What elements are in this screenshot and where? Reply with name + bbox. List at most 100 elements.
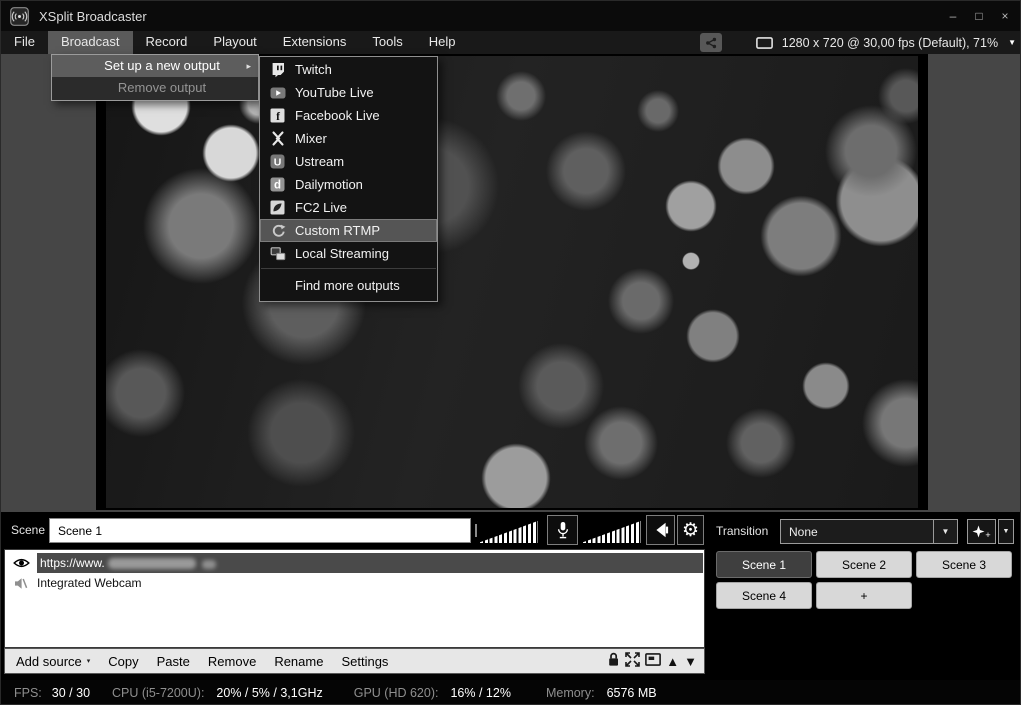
resolution-cluster[interactable]: 1280 x 720 @ 30,00 fps (Default), 71% ▼ — [700, 31, 1016, 54]
menu-tools[interactable]: Tools — [359, 31, 415, 54]
paste-button[interactable]: Paste — [148, 654, 199, 669]
submenu-item-find-more[interactable]: Find more outputs — [260, 272, 437, 298]
scene-button-3[interactable]: Scene 3 — [916, 551, 1012, 578]
move-up-icon[interactable]: ▲ — [666, 655, 679, 668]
visibility-eye-icon[interactable] — [5, 557, 37, 569]
submenu-item-twitch[interactable]: Twitch — [260, 58, 437, 81]
copy-button[interactable]: Copy — [99, 654, 147, 669]
add-scene-button[interactable]: + — [816, 582, 912, 609]
svg-text:d: d — [274, 180, 281, 192]
submenu-item-local-streaming[interactable]: Local Streaming — [260, 242, 437, 265]
settings-gear-button[interactable]: ⚙ — [677, 515, 704, 545]
ustream-icon: U — [260, 154, 295, 169]
xsplit-logo-icon — [10, 7, 29, 26]
fullscreen-expand-icon[interactable] — [625, 652, 640, 670]
submenu-item-ustream[interactable]: U Ustream — [260, 150, 437, 173]
cpu-label: CPU (i5-7200U): — [112, 686, 204, 700]
resolution-caret-icon[interactable]: ▼ — [1008, 38, 1016, 47]
submenu-item-mixer[interactable]: Mixer — [260, 127, 437, 150]
youtube-icon — [260, 87, 295, 99]
transition-value: None — [781, 525, 933, 539]
redacted-url-text — [108, 558, 196, 569]
speaker-button[interactable] — [646, 515, 675, 545]
menu-item-remove-output[interactable]: Remove output — [52, 77, 258, 99]
remove-button[interactable]: Remove — [199, 654, 265, 669]
transition-select[interactable]: None ▼ — [780, 519, 958, 544]
maximize-button[interactable]: □ — [966, 1, 992, 31]
menu-bar: File Broadcast Record Playout Extensions… — [1, 31, 1021, 54]
fc2-icon — [260, 200, 295, 215]
mic-level-meter — [480, 519, 538, 543]
submenu-item-custom-rtmp[interactable]: Custom RTMP — [260, 219, 437, 242]
rename-button[interactable]: Rename — [265, 654, 332, 669]
fps-label: FPS: — [14, 686, 42, 700]
speaker-level-meter — [583, 519, 641, 543]
title-bar: XSplit Broadcaster – □ × — [1, 1, 1021, 31]
svg-text:f: f — [276, 111, 280, 123]
gpu-value: 16% / 12% — [450, 686, 510, 700]
memory-value: 6576 MB — [607, 686, 657, 700]
transition-effect-caret[interactable]: ▼ — [998, 519, 1014, 544]
submenu-separator — [261, 268, 436, 269]
monitor-icon — [756, 37, 773, 49]
submenu-arrow-icon: ▸ — [246, 55, 251, 77]
meter-divider — [475, 524, 477, 537]
add-transition-effect-button[interactable]: + — [967, 519, 996, 544]
custom-rtmp-icon — [260, 223, 295, 238]
share-button[interactable] — [700, 33, 722, 52]
add-source-caret-icon: ▾ — [87, 657, 91, 665]
dailymotion-icon: d — [260, 177, 295, 192]
submenu-item-facebook[interactable]: f Facebook Live — [260, 104, 437, 127]
facebook-icon: f — [260, 108, 295, 123]
redacted-url-text-2 — [202, 560, 216, 569]
menu-file[interactable]: File — [1, 31, 48, 54]
submenu-item-dailymotion[interactable]: d Dailymotion — [260, 173, 437, 196]
fps-value: 30 / 30 — [52, 686, 90, 700]
microphone-icon — [556, 521, 570, 540]
sources-panel: https://www. Integrated Webcam — [4, 549, 705, 648]
speaker-icon — [652, 522, 669, 538]
scene-button-2[interactable]: Scene 2 — [816, 551, 912, 578]
gpu-label: GPU (HD 620): — [354, 686, 439, 700]
lock-icon[interactable] — [607, 652, 620, 670]
sparkle-icon — [972, 525, 986, 539]
window-title: XSplit Broadcaster — [39, 9, 147, 24]
scene-label: Scene — [11, 523, 45, 537]
source-row-url[interactable]: https://www. — [5, 553, 704, 573]
transition-label: Transition — [716, 524, 768, 538]
resolution-status: 1280 x 720 @ 30,00 fps (Default), 71% — [782, 36, 998, 50]
scene-button-1[interactable]: Scene 1 — [716, 551, 812, 578]
muted-audio-icon[interactable] — [5, 577, 37, 590]
pip-layout-icon[interactable] — [645, 653, 661, 669]
mixer-icon — [260, 131, 295, 146]
menu-extensions[interactable]: Extensions — [270, 31, 360, 54]
broadcast-menu: Set up a new output ▸ Remove output — [51, 54, 259, 101]
source-name-selected: https://www. — [37, 553, 703, 573]
submenu-item-fc2[interactable]: FC2 Live — [260, 196, 437, 219]
close-button[interactable]: × — [992, 1, 1018, 31]
move-down-icon[interactable]: ▼ — [684, 655, 697, 668]
menu-item-setup-output[interactable]: Set up a new output ▸ — [52, 55, 258, 77]
cpu-value: 20% / 5% / 3,1GHz — [216, 686, 322, 700]
scene-name-input[interactable] — [49, 518, 471, 543]
settings-button[interactable]: Settings — [332, 654, 397, 669]
memory-label: Memory: — [546, 686, 595, 700]
submenu-item-youtube[interactable]: YouTube Live — [260, 81, 437, 104]
xsplit-window: XSplit Broadcaster – □ × File Broadcast … — [0, 0, 1021, 705]
minimize-button[interactable]: – — [940, 1, 966, 31]
menu-playout[interactable]: Playout — [200, 31, 269, 54]
video-preview[interactable] — [106, 56, 918, 508]
add-source-button[interactable]: Add source ▾ — [5, 654, 99, 669]
menu-help[interactable]: Help — [416, 31, 469, 54]
output-submenu: Twitch YouTube Live f Facebook Live Mixe… — [259, 56, 438, 302]
menu-broadcast[interactable]: Broadcast — [48, 31, 133, 54]
microphone-button[interactable] — [547, 515, 578, 545]
local-streaming-icon — [260, 246, 295, 261]
scene-button-4[interactable]: Scene 4 — [716, 582, 812, 609]
svg-text:U: U — [274, 156, 282, 168]
menu-record[interactable]: Record — [133, 31, 201, 54]
transition-caret-icon[interactable]: ▼ — [933, 520, 957, 543]
source-row-webcam[interactable]: Integrated Webcam — [5, 573, 704, 593]
scene-bar: Scene ⚙ Transition None ▼ + ▼ — [1, 512, 1021, 549]
source-toolbar: Add source ▾ Copy Paste Remove Rename Se… — [4, 648, 705, 674]
